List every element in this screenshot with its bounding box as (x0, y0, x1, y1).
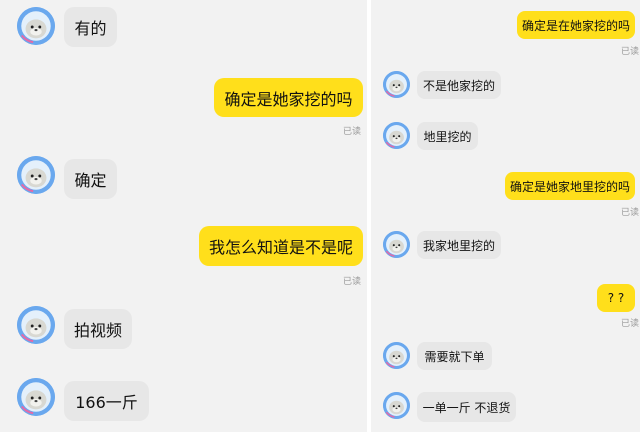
message-bubble[interactable]: 确定 (64, 159, 117, 199)
message-text: 166一斤 (75, 393, 138, 412)
message-bubble[interactable]: 需要就下单 (417, 342, 492, 370)
read-receipt: 已读 (621, 319, 640, 329)
message-bubble[interactable]: 地里挖的 (417, 122, 478, 150)
message-text: 确定是她家挖的吗 (224, 89, 353, 109)
seal-astronaut-avatar-icon[interactable] (383, 342, 410, 369)
panel-divider (367, 0, 371, 432)
seal-astronaut-avatar-icon[interactable] (383, 231, 410, 258)
message-text: 不是他家挖的 (422, 78, 495, 93)
message-text: 地里挖的 (423, 129, 472, 144)
read-receipt: 已读 (621, 47, 640, 57)
read-receipt: 已读 (621, 208, 640, 218)
seal-astronaut-avatar-icon[interactable] (17, 156, 55, 194)
message-text: 我家地里挖的 (422, 238, 495, 253)
seal-astronaut-avatar-icon[interactable] (17, 378, 55, 416)
my-message-bubble[interactable]: 确定是在她家挖的吗 (517, 11, 635, 39)
seal-astronaut-avatar-icon[interactable] (17, 306, 55, 344)
message-bubble[interactable]: 拍视频 (64, 309, 132, 349)
my-message-bubble[interactable]: 确定是她家地里挖的吗 (505, 172, 635, 200)
message-bubble[interactable]: 我家地里挖的 (417, 231, 501, 259)
message-text: 我怎么知道是不是呢 (208, 238, 353, 257)
seal-astronaut-avatar-icon[interactable] (383, 71, 410, 98)
message-text: 确定 (74, 171, 107, 190)
seal-astronaut-avatar-icon[interactable] (17, 7, 55, 45)
seal-astronaut-avatar-icon[interactable] (383, 122, 410, 149)
message-bubble[interactable]: 一单一斤 不退货 (417, 392, 516, 422)
message-text: 一单一斤 不退货 (422, 400, 511, 415)
my-message-bubble[interactable]: 我怎么知道是不是呢 (199, 226, 363, 266)
message-bubble[interactable]: 不是他家挖的 (417, 71, 501, 99)
message-text: 拍视频 (73, 321, 122, 340)
message-text: 有的 (74, 19, 107, 38)
my-message-bubble[interactable]: ? ? (597, 284, 635, 312)
seal-astronaut-avatar-icon[interactable] (383, 392, 410, 419)
message-text: 确定是在她家挖的吗 (521, 18, 630, 33)
message-text: 需要就下单 (424, 349, 485, 364)
message-bubble[interactable]: 有的 (64, 7, 117, 47)
message-bubble[interactable]: 166一斤 (64, 381, 149, 421)
read-receipt: 已读 (343, 127, 362, 137)
message-text: 确定是她家地里挖的吗 (509, 179, 630, 194)
read-receipt: 已读 (343, 277, 362, 287)
my-message-bubble[interactable]: 确定是她家挖的吗 (214, 78, 363, 117)
message-text: ? ? (607, 291, 625, 305)
